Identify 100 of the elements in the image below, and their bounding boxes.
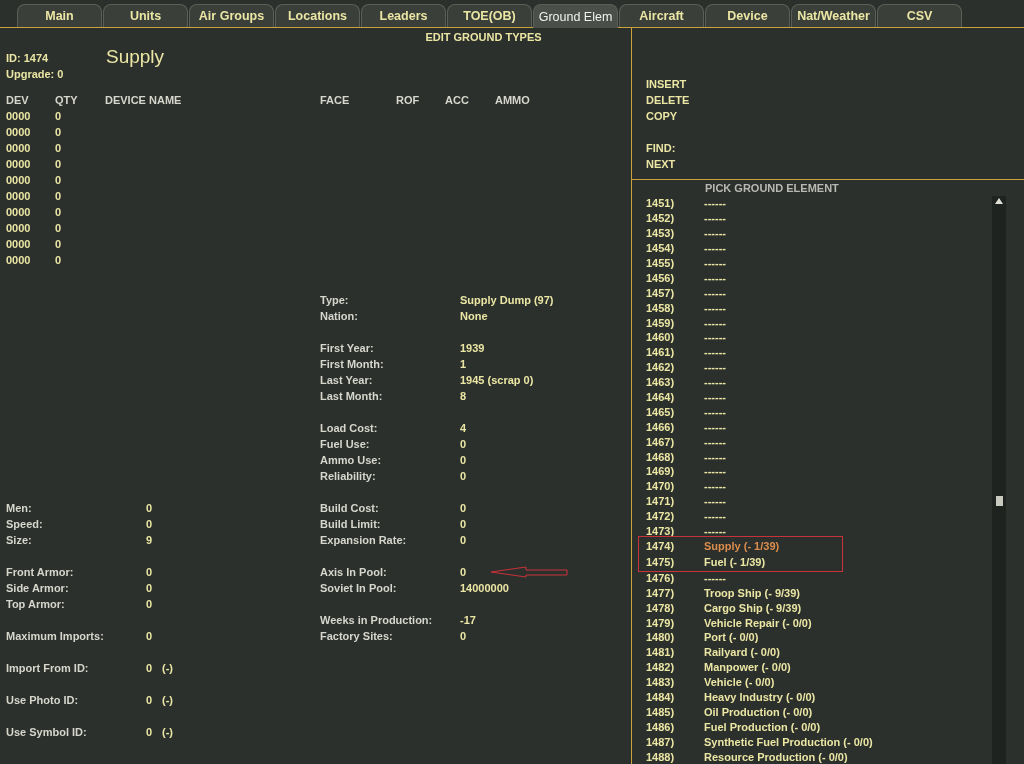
row-number: 1468) [646, 450, 676, 463]
row-number: 1459) [646, 316, 676, 329]
scroll-up-icon[interactable] [995, 198, 1003, 204]
list-item[interactable]: ------ [704, 450, 726, 463]
field-label: Front Armor: [6, 565, 75, 580]
row-number: 1484) [646, 691, 676, 704]
list-item[interactable]: ------ [704, 242, 726, 255]
list-item[interactable]: Vehicle Repair (- 0/0) [704, 616, 812, 629]
list-item[interactable]: ------ [704, 495, 726, 508]
tab[interactable]: Locations [275, 4, 360, 27]
field-value: 0 [460, 517, 468, 532]
list-item[interactable]: Oil Production (- 0/0) [704, 705, 813, 718]
tab[interactable]: Leaders [361, 4, 446, 27]
tab[interactable]: Nat/Weather [791, 4, 876, 27]
list-item[interactable]: Port (- 0/0) [704, 631, 759, 644]
list-item[interactable]: ------ [704, 361, 726, 374]
table-cell-text: 0000 [6, 125, 32, 140]
row-number: 1461) [646, 346, 676, 359]
field-label: Fuel Use: [320, 437, 371, 452]
row-number: 1463) [646, 376, 676, 389]
tab[interactable]: TOE(OB) [447, 4, 532, 27]
field-value: 1945 (scrap 0) [460, 373, 535, 388]
command-link[interactable]: COPY [646, 108, 678, 124]
list-item[interactable]: ------ [704, 227, 726, 240]
tab[interactable]: Air Groups [189, 4, 274, 27]
row-number: 1479) [646, 616, 676, 629]
row-number: 1480) [646, 631, 676, 644]
list-item[interactable]: ------ [704, 271, 726, 284]
row-number: 1462) [646, 361, 676, 374]
list-item[interactable]: ------ [704, 405, 726, 418]
row-number: 1460) [646, 331, 676, 344]
tab[interactable]: Ground Elem [533, 4, 618, 28]
field-label: Build Cost: [320, 501, 380, 516]
field-value: (-) [162, 693, 174, 708]
list-item[interactable]: ------ [704, 391, 726, 403]
list-item[interactable]: ------ [704, 212, 726, 225]
row-number: 1475) [646, 556, 676, 569]
command-link[interactable]: INSERT [646, 76, 687, 92]
list-item[interactable]: ------ [704, 420, 726, 433]
list-item[interactable]: ------ [704, 571, 726, 584]
list-item[interactable]: Fuel (- 1/39) [704, 556, 766, 569]
list-item[interactable]: Troop Ship (- 9/39) [704, 586, 800, 599]
tab[interactable]: Aircraft [619, 4, 704, 27]
table-cell-text: 0 [55, 173, 63, 188]
list-item[interactable]: ------ [704, 480, 726, 493]
command-link[interactable]: DELETE [646, 92, 690, 108]
element-name: Supply [106, 45, 165, 68]
column-header: AMMO [495, 93, 531, 108]
list-item[interactable]: Synthetic Fuel Production (- 0/0) [704, 735, 873, 748]
field-value: 0 [460, 533, 468, 548]
command-link[interactable]: NEXT [646, 156, 676, 172]
row-number: 1453) [646, 227, 676, 240]
tab[interactable]: Device [705, 4, 790, 27]
list-item[interactable]: Vehicle (- 0/0) [704, 676, 775, 689]
list-item[interactable]: ------ [704, 435, 726, 448]
list-item[interactable]: ------ [704, 346, 726, 359]
table-cell-text: 0000 [6, 253, 32, 268]
command-link[interactable]: FIND: [646, 140, 676, 156]
field-label: Soviet In Pool: [320, 581, 398, 596]
list-item[interactable]: ------ [704, 301, 726, 314]
list-item[interactable]: ------ [704, 465, 726, 478]
list-item[interactable]: Fuel Production (- 0/0) [704, 720, 821, 733]
row-number: 1465) [646, 405, 676, 418]
field-value: 0 [146, 629, 154, 644]
field-label: Speed: [6, 517, 44, 532]
row-number: 1470) [646, 480, 676, 493]
field-label: Size: [6, 533, 33, 548]
field-value: 1 [460, 357, 468, 372]
field-value: 0 [146, 517, 154, 532]
list-item[interactable]: ------ [704, 286, 726, 299]
tab[interactable]: CSV [877, 4, 962, 27]
table-cell-text: 0 [55, 189, 63, 204]
list-item[interactable]: ------ [704, 257, 726, 269]
element-id: ID: 1474 [6, 51, 50, 66]
field-label: First Year: [320, 341, 375, 356]
list-item[interactable]: Resource Production (- 0/0) [704, 750, 848, 763]
list-item[interactable]: Heavy Industry (- 0/0) [704, 691, 816, 704]
field-label: Ammo Use: [320, 453, 383, 468]
tab[interactable]: Units [103, 4, 188, 27]
list-item[interactable]: Supply (- 1/39) [704, 540, 780, 553]
field-value: Supply Dump (97) [460, 293, 555, 308]
list-item[interactable]: ------ [704, 316, 726, 329]
field-value: 0 [460, 565, 468, 580]
row-number: 1457) [646, 286, 676, 299]
list-item[interactable]: ------ [704, 376, 726, 389]
row-number: 1472) [646, 510, 676, 523]
list-item[interactable]: ------ [704, 510, 726, 523]
tab[interactable]: Main [17, 4, 102, 27]
list-item[interactable]: Cargo Ship (- 9/39) [704, 601, 802, 614]
row-number: 1464) [646, 391, 676, 403]
field-label: Expansion Rate: [320, 533, 408, 548]
list-item[interactable]: Railyard (- 0/0) [704, 646, 780, 659]
row-number: 1454) [646, 242, 676, 255]
row-number: 1487) [646, 735, 676, 748]
list-item[interactable]: ------ [704, 525, 726, 538]
field-label: Type: [320, 293, 350, 308]
list-item[interactable]: ------ [704, 331, 726, 344]
scroll-thumb[interactable] [996, 496, 1003, 506]
list-item[interactable]: ------ [704, 197, 726, 210]
list-item[interactable]: Manpower (- 0/0) [704, 661, 791, 674]
